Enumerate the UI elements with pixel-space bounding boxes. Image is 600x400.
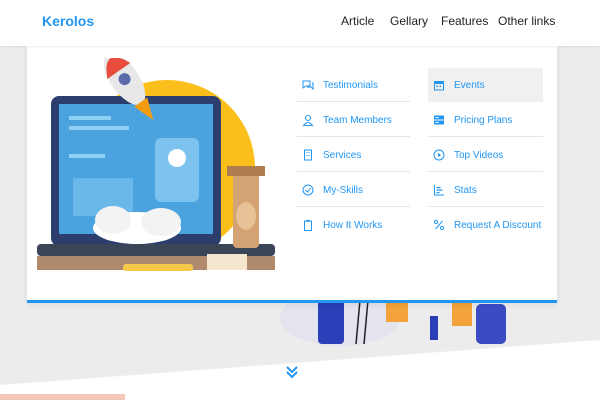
menu-item-my-skills[interactable]: My-Skills — [297, 173, 410, 207]
divider — [297, 206, 410, 207]
divider — [428, 206, 543, 207]
nav-link-features[interactable]: Features — [441, 14, 488, 28]
mega-menu: Testimonials Team Members Services My-Sk… — [27, 46, 557, 303]
menu-item-request-a-discount[interactable]: Request A Discount — [428, 208, 543, 242]
user-icon — [301, 113, 315, 127]
double-chevron-down-icon[interactable] — [284, 364, 300, 380]
check-circle-icon — [301, 183, 315, 197]
menu-label: Request A Discount — [454, 219, 542, 231]
divider — [297, 136, 410, 137]
site-header: Kerolos Article Gellary Features Other l… — [0, 0, 600, 46]
bar-chart-icon — [432, 183, 446, 197]
menu-item-top-videos[interactable]: Top Videos — [428, 138, 543, 172]
menu-item-events[interactable]: Events — [428, 68, 543, 102]
nav-link-article[interactable]: Article — [341, 14, 374, 28]
divider — [297, 171, 410, 172]
menu-item-testimonials[interactable]: Testimonials — [297, 68, 410, 102]
clipboard-icon — [301, 218, 315, 232]
menu-label: My-Skills — [323, 184, 363, 196]
building-icon — [301, 148, 315, 162]
laptop-rocket-illustration — [37, 58, 275, 271]
play-circle-icon — [432, 148, 446, 162]
divider — [297, 101, 410, 102]
divider — [428, 136, 543, 137]
menu-label: Events — [454, 79, 485, 91]
calendar-icon — [432, 78, 446, 92]
divider — [428, 171, 543, 172]
comments-icon — [301, 78, 315, 92]
menu-item-how-it-works[interactable]: How It Works — [297, 208, 410, 242]
percent-icon — [432, 218, 446, 232]
menu-item-services[interactable]: Services — [297, 138, 410, 172]
menu-label: Services — [323, 149, 362, 161]
menu-label: Team Members — [323, 114, 392, 126]
menu-label: Testimonials — [323, 79, 379, 91]
menu-item-team-members[interactable]: Team Members — [297, 103, 410, 137]
menu-item-pricing-plans[interactable]: Pricing Plans — [428, 103, 543, 137]
server-icon — [432, 113, 446, 127]
menu-label: Stats — [454, 184, 477, 196]
menu-label: How It Works — [323, 219, 383, 231]
bottom-strip — [0, 394, 125, 400]
nav-link-gallery[interactable]: Gellary — [390, 14, 428, 28]
menu-label: Pricing Plans — [454, 114, 513, 126]
menu-item-stats[interactable]: Stats — [428, 173, 543, 207]
nav-link-other-links[interactable]: Other links — [498, 14, 555, 28]
site-logo[interactable]: Kerolos — [42, 13, 94, 29]
menu-label: Top Videos — [454, 149, 504, 161]
